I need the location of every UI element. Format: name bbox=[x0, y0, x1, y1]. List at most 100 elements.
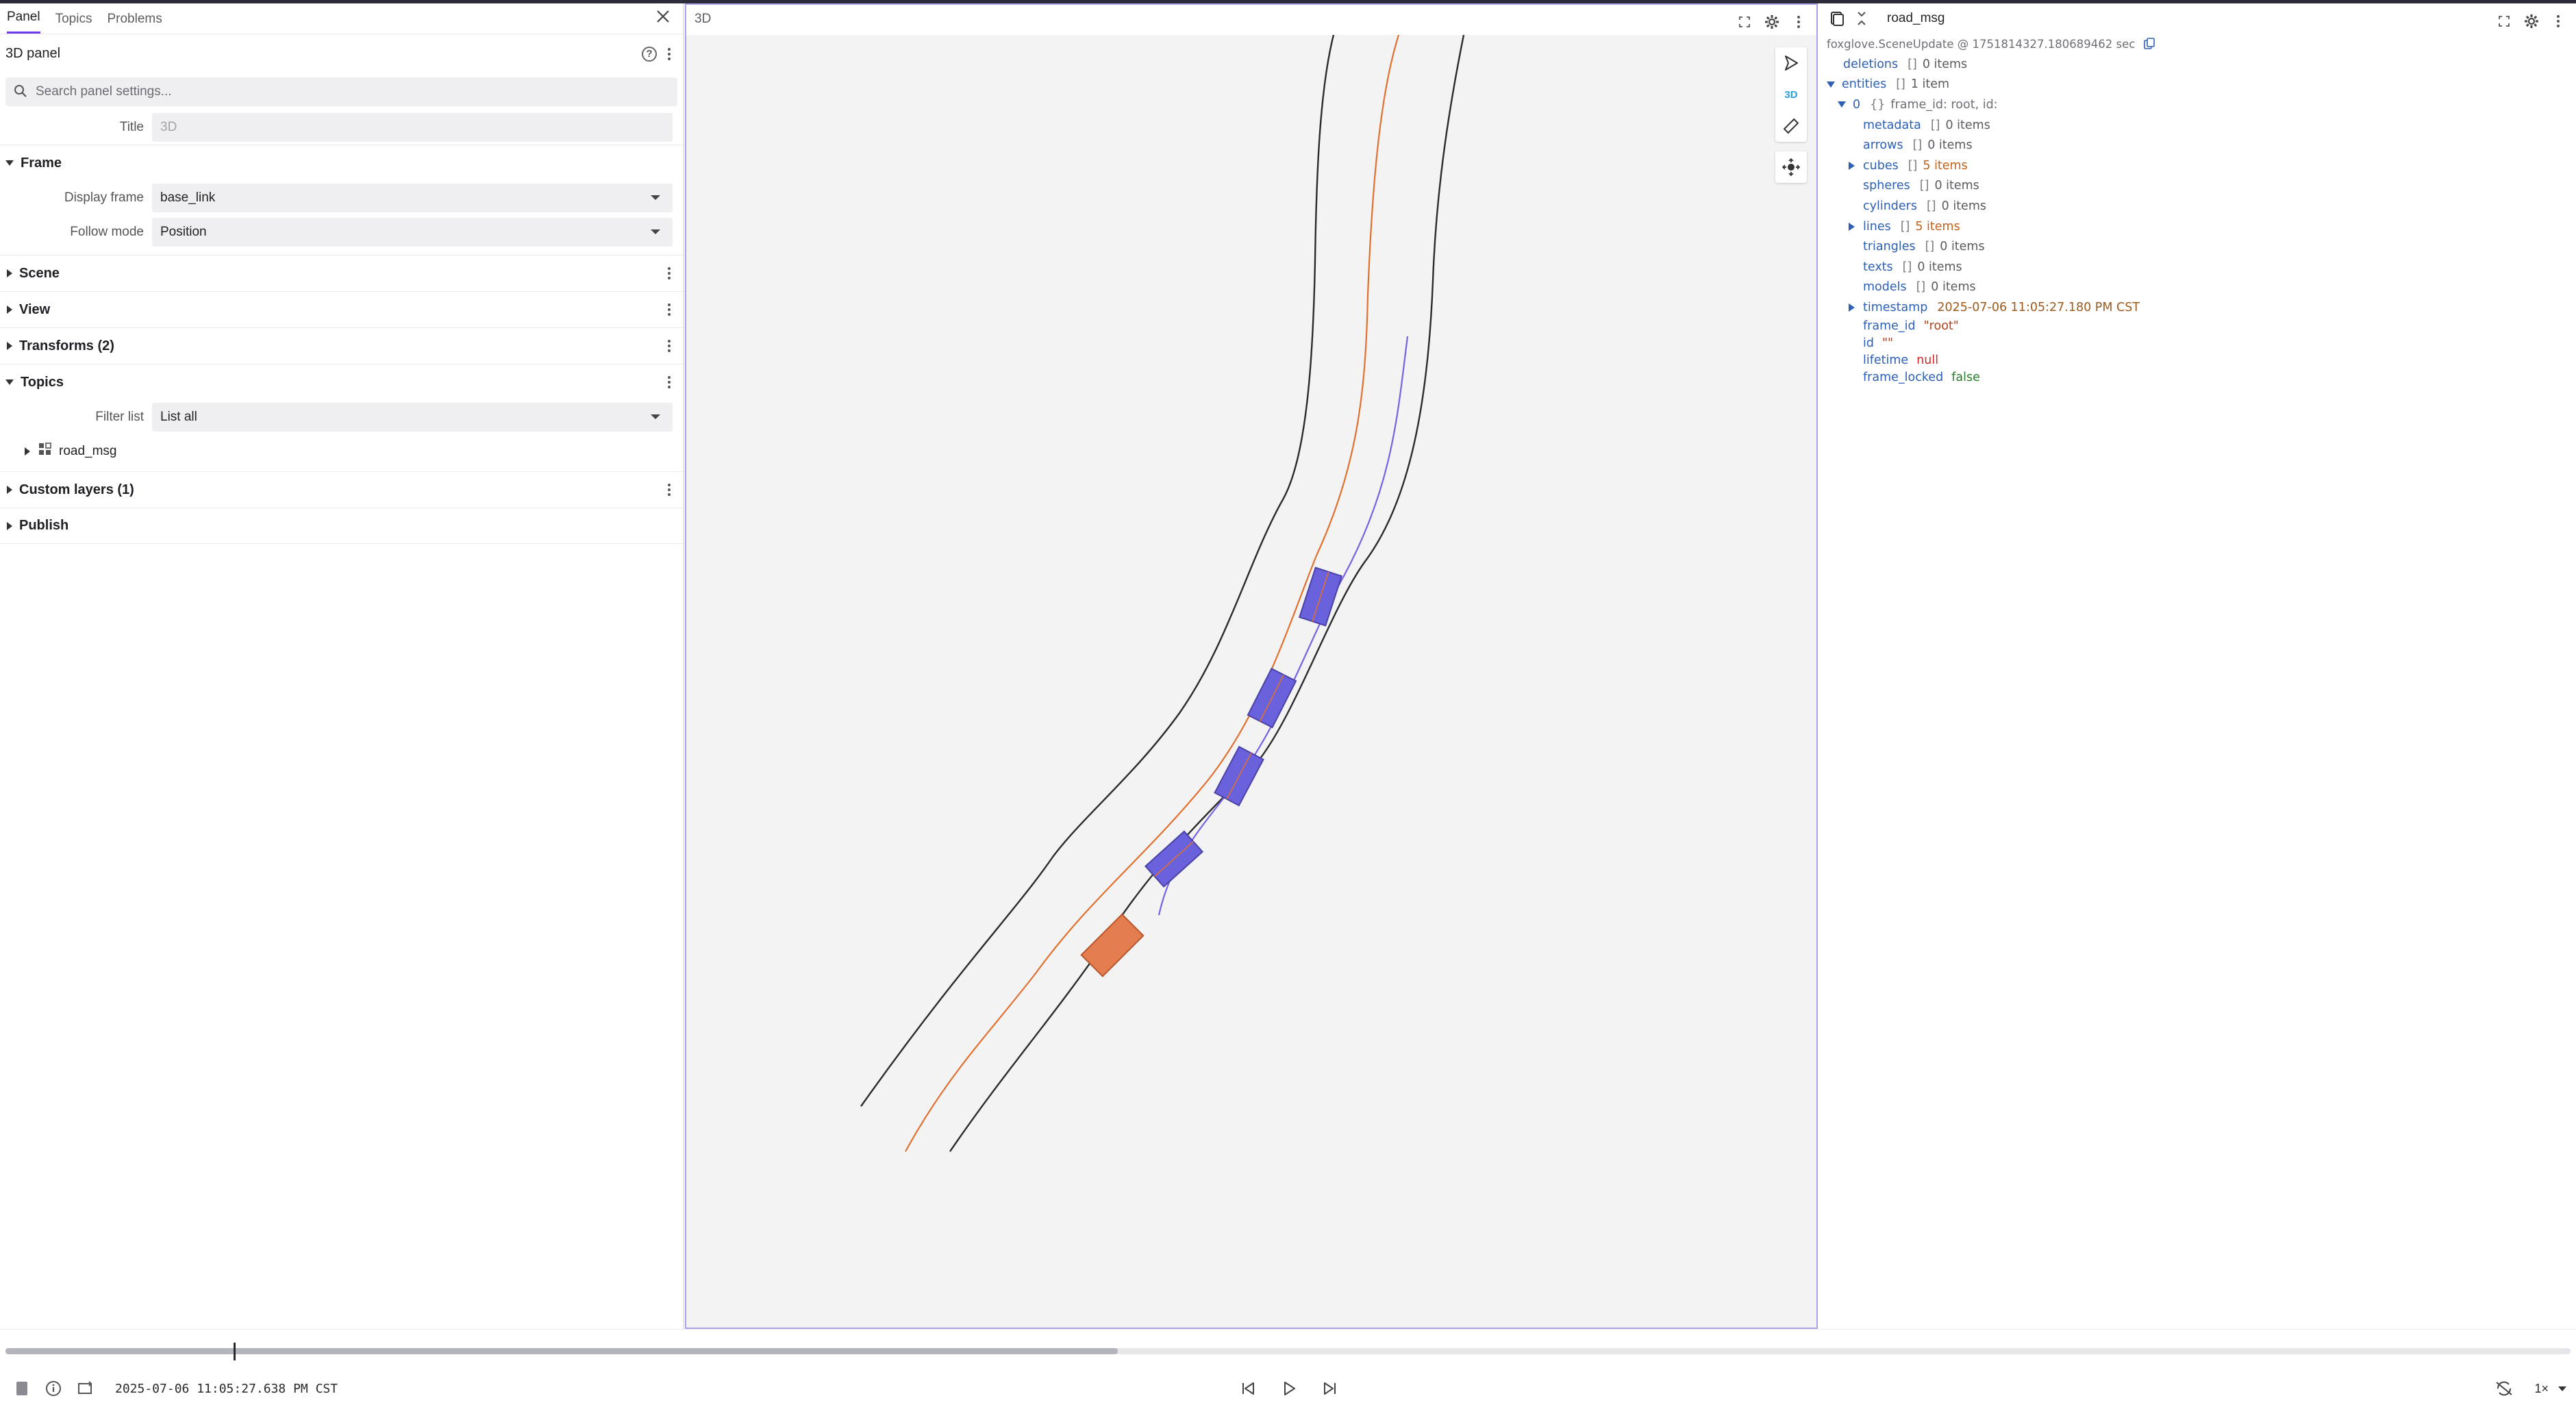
playback-speed-select[interactable]: 1× bbox=[2534, 1382, 2566, 1396]
expand-right-icon[interactable] bbox=[1849, 303, 1855, 312]
topics-menu-kebab-icon[interactable] bbox=[661, 371, 677, 394]
tree-row-texts[interactable]: texts[] 0 items bbox=[1827, 257, 2576, 277]
tree-row-triangles[interactable]: triangles[] 0 items bbox=[1827, 236, 2576, 257]
current-time[interactable]: 2025-07-06 11:05:27.638 PM CST bbox=[115, 1382, 338, 1396]
info-icon[interactable] bbox=[44, 1379, 63, 1398]
help-icon[interactable]: ? bbox=[638, 42, 661, 66]
chevron-down-icon bbox=[5, 160, 14, 166]
raw-topic-name[interactable]: road_msg bbox=[1887, 11, 1945, 26]
tree-row-cubes[interactable]: cubes[] 5 items bbox=[1827, 155, 2576, 176]
raw-panel-menu-kebab-icon[interactable] bbox=[2550, 10, 2566, 33]
ego-vehicle[interactable] bbox=[1080, 913, 1145, 978]
tree-row-lines[interactable]: lines[] 5 items bbox=[1827, 216, 2576, 237]
search-field[interactable] bbox=[5, 77, 677, 106]
ruler-icon[interactable] bbox=[1775, 110, 1807, 142]
tree-row-id[interactable]: id "" bbox=[1827, 335, 2576, 352]
diff-icon[interactable] bbox=[1853, 10, 1871, 27]
panel-title: 3D panel bbox=[5, 46, 61, 61]
tree-row-models[interactable]: models[] 0 items bbox=[1827, 277, 2576, 298]
section-transforms[interactable]: Transforms (2) bbox=[0, 327, 683, 364]
expand-right-icon[interactable] bbox=[1849, 222, 1855, 231]
panel-settings-sidebar: Panel Topics Problems 3D panel ? Title 3… bbox=[0, 3, 684, 1329]
follow-mode-select[interactable]: Position bbox=[152, 218, 673, 247]
transforms-menu-kebab-icon[interactable] bbox=[661, 334, 677, 358]
section-custom-layers[interactable]: Custom layers (1) bbox=[0, 471, 683, 508]
raw-messages-panel: road_msg foxglove.SceneUpdate @ 17518143… bbox=[1818, 3, 2576, 1329]
recenter-icon[interactable] bbox=[1775, 151, 1807, 183]
count-spheres: 0 items bbox=[1934, 179, 1979, 193]
tab-panel[interactable]: Panel bbox=[7, 10, 40, 34]
view-menu-kebab-icon[interactable] bbox=[661, 298, 677, 321]
section-view[interactable]: View bbox=[0, 291, 683, 327]
custom-layers-menu-kebab-icon[interactable] bbox=[661, 478, 677, 501]
key-triangles: triangles bbox=[1863, 240, 1916, 254]
tree-row-arrows[interactable]: arrows[] 0 items bbox=[1827, 135, 2576, 155]
section-topics-title: Topics bbox=[21, 374, 64, 390]
tree-row-entities[interactable]: entities [] 1 item bbox=[1827, 75, 2576, 95]
count-cylinders: 0 items bbox=[1941, 199, 1986, 213]
fullscreen-icon[interactable] bbox=[2495, 12, 2513, 30]
tree-row-cylinders[interactable]: cylinders[] 0 items bbox=[1827, 196, 2576, 216]
copy-icon[interactable] bbox=[2143, 38, 2155, 50]
search-input[interactable] bbox=[36, 84, 669, 99]
key-cylinders: cylinders bbox=[1863, 199, 1917, 213]
gear-icon[interactable] bbox=[2523, 12, 2540, 30]
section-frame[interactable]: Frame bbox=[0, 145, 683, 181]
scene-menu-kebab-icon[interactable] bbox=[661, 262, 677, 285]
playback-bar: 2025-07-06 11:05:27.638 PM CST 1× bbox=[0, 1329, 2576, 1407]
3d-toolbar: 3D bbox=[1775, 47, 1807, 192]
play-icon[interactable] bbox=[1278, 1378, 1300, 1399]
filter-list-select[interactable]: List all bbox=[152, 403, 673, 432]
section-publish[interactable]: Publish bbox=[0, 508, 683, 544]
expand-right-icon[interactable] bbox=[1849, 161, 1855, 170]
obstacle-cube[interactable] bbox=[1298, 566, 1343, 627]
value-timestamp: 2025-07-06 11:05:27.180 PM CST bbox=[1937, 300, 2140, 314]
sync-icon[interactable] bbox=[2493, 1378, 2515, 1399]
tab-topics[interactable]: Topics bbox=[55, 12, 92, 34]
playback-scrubber[interactable] bbox=[5, 1343, 2571, 1360]
chevron-right-icon bbox=[7, 521, 12, 530]
chevron-right-icon bbox=[25, 447, 30, 456]
obstacle-cube[interactable] bbox=[1144, 830, 1204, 888]
tree-row-timestamp[interactable]: timestamp 2025-07-06 11:05:27.180 PM CST bbox=[1827, 297, 2576, 318]
loop-icon[interactable] bbox=[75, 1379, 95, 1398]
fullscreen-icon[interactable] bbox=[1736, 13, 1753, 31]
select-icon[interactable] bbox=[1775, 47, 1807, 79]
tree-row-metadata[interactable]: metadata[] 0 items bbox=[1827, 115, 2576, 136]
3d-panel-menu-kebab-icon[interactable] bbox=[1790, 10, 1807, 34]
display-frame-select[interactable]: base_link bbox=[152, 184, 673, 212]
obstacle-cube[interactable] bbox=[1214, 745, 1264, 807]
section-scene-title: Scene bbox=[19, 265, 60, 281]
display-frame-row: Display frame base_link bbox=[0, 181, 683, 215]
gear-icon[interactable] bbox=[1763, 13, 1781, 31]
tree-row-spheres[interactable]: spheres[] 0 items bbox=[1827, 176, 2576, 197]
tree-row-frame-id[interactable]: frame_id "root" bbox=[1827, 318, 2576, 335]
section-scene[interactable]: Scene bbox=[0, 255, 683, 291]
3d-scene-canvas[interactable] bbox=[686, 35, 1816, 1328]
topic-icon bbox=[38, 443, 52, 460]
3d-mode-toggle[interactable]: 3D bbox=[1775, 79, 1807, 110]
scrubber-handle[interactable] bbox=[234, 1343, 236, 1360]
topic-item-road-msg[interactable]: road_msg bbox=[0, 434, 683, 469]
lane-line-purple bbox=[1158, 336, 1409, 916]
skip-back-icon[interactable] bbox=[1237, 1378, 1259, 1399]
tree-row-lifetime[interactable]: lifetime null bbox=[1827, 352, 2576, 369]
skip-forward-icon[interactable] bbox=[1319, 1378, 1341, 1399]
tree-row-deletions[interactable]: deletions [] 0 items bbox=[1827, 54, 2576, 75]
raw-messages-icon[interactable] bbox=[1828, 10, 1846, 27]
3d-panel[interactable]: 3D 3D bbox=[685, 3, 1818, 1329]
section-topics[interactable]: Topics bbox=[0, 364, 683, 400]
panel-menu-kebab-icon[interactable] bbox=[661, 42, 677, 66]
expand-down-icon[interactable] bbox=[1827, 81, 1835, 88]
expand-down-icon[interactable] bbox=[1838, 101, 1846, 108]
title-input[interactable]: 3D bbox=[152, 113, 673, 142]
tab-problems[interactable]: Problems bbox=[107, 12, 162, 34]
key-entities: entities bbox=[1842, 77, 1887, 92]
section-transforms-title: Transforms (2) bbox=[19, 338, 114, 353]
data-source-icon[interactable] bbox=[12, 1379, 32, 1398]
tree-row-frame-locked[interactable]: frame_locked false bbox=[1827, 369, 2576, 386]
key-frame-locked: frame_locked bbox=[1863, 371, 1944, 385]
tree-row-entity-0[interactable]: 0 {} frame_id: root, id: bbox=[1827, 95, 2576, 115]
obstacle-cube[interactable] bbox=[1247, 667, 1297, 729]
close-icon[interactable] bbox=[653, 8, 673, 28]
